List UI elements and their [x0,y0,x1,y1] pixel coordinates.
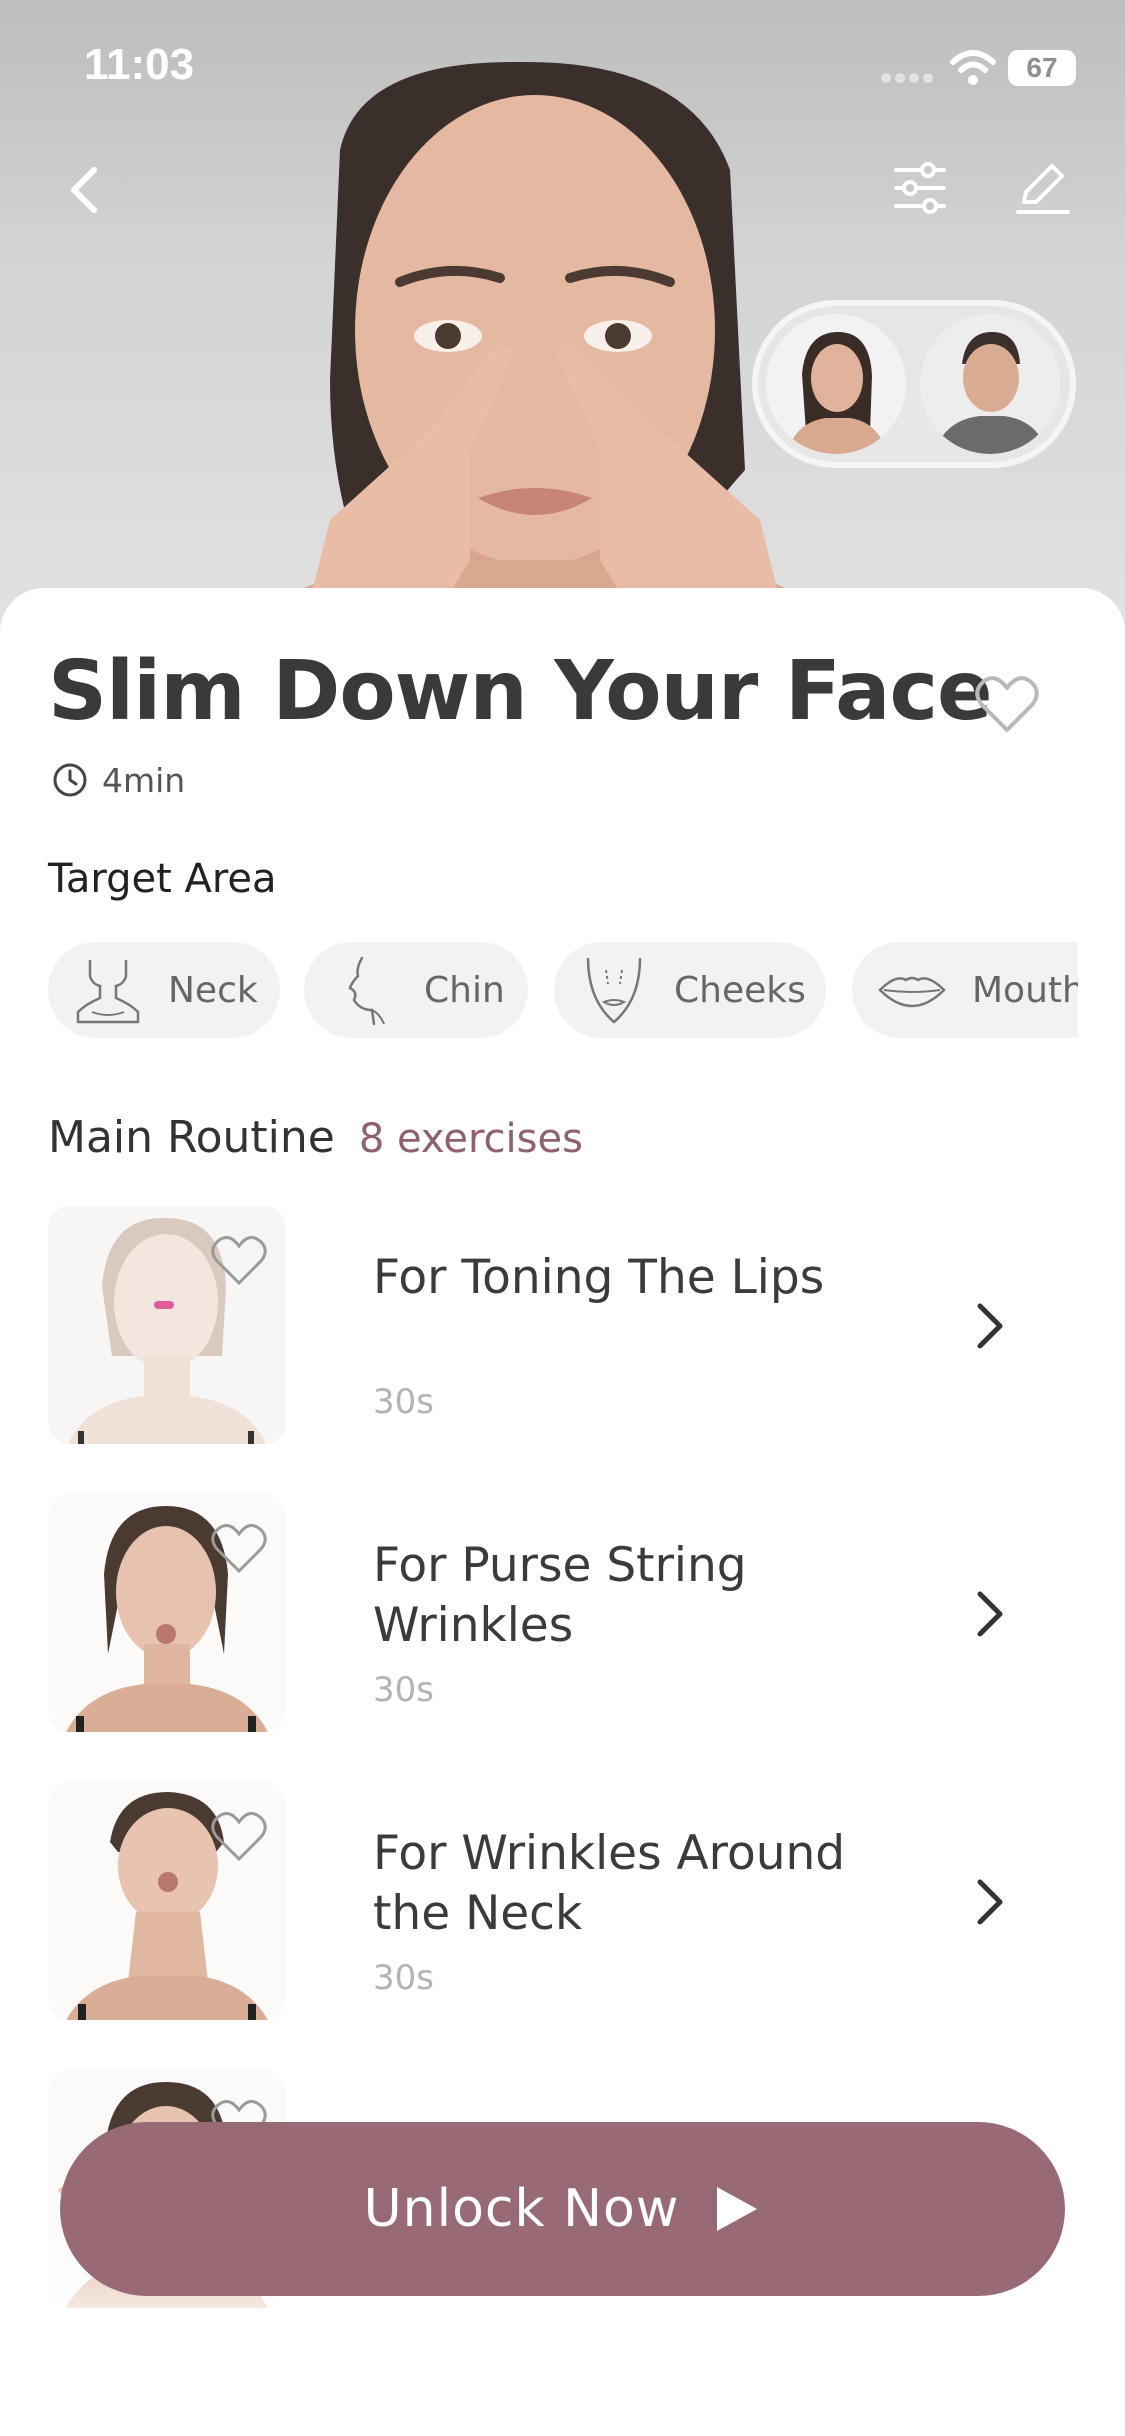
chevron-right-icon[interactable] [970,1298,1010,1354]
unlock-now-button[interactable]: Unlock Now [60,2122,1065,2296]
exercise-heart-icon[interactable] [210,1522,268,1574]
chin-icon [348,956,385,1026]
battery-indicator: 67 [1008,50,1076,86]
chip-mouth[interactable]: Mouth [852,942,1078,1038]
exercise-row[interactable]: For Wrinkles Around the Neck 30s [48,1782,1048,2022]
neck-icon [76,960,140,1024]
favorite-heart-icon[interactable] [974,674,1040,734]
chip-label: Chin [424,969,505,1011]
target-area-label: Target Area [48,856,277,902]
chevron-right-icon[interactable] [970,1586,1010,1642]
pencil-icon[interactable] [1012,158,1072,218]
play-icon [717,2187,758,2231]
chip-chin[interactable]: Chin [304,942,528,1038]
exercise-count: 8 exercises [358,1116,583,1162]
chevron-right-icon[interactable] [970,1874,1010,1930]
exercise-title: For Purse String Wrinkles [373,1538,747,1653]
female-model-avatar[interactable] [766,314,906,454]
chip-label: Cheeks [674,969,806,1011]
chip-label: Mouth [972,969,1078,1011]
exercise-heart-icon[interactable] [210,1234,268,1286]
workout-duration: 4min [52,760,185,800]
exercise-heart-icon[interactable] [210,1810,268,1862]
mouth-icon [878,976,946,1008]
main-routine-title: Main Routine [48,1112,335,1163]
unlock-now-label: Unlock Now [363,2179,680,2239]
cheeks-icon [586,957,642,1024]
chip-cheeks[interactable]: Cheeks [554,942,826,1038]
exercise-title: For Toning The Lips [373,1250,825,1305]
wifi-icon [950,50,996,85]
status-time: 11:03 [84,40,195,89]
exercise-duration: 30s [373,1382,434,1422]
exercise-duration: 30s [373,1670,434,1710]
clock-icon [53,763,87,797]
hero-image: 11:03 67 [0,0,1125,640]
status-bar: 11:03 67 [0,0,1125,140]
back-button[interactable] [56,160,116,220]
exercise-row[interactable]: For Toning The Lips 30s [48,1206,1048,1446]
exercise-duration: 30s [373,1958,434,1998]
sliders-icon[interactable] [890,158,950,218]
main-routine-header: Main Routine 8 exercises [48,1112,583,1172]
cellular-signal-icon [881,73,933,83]
target-area-chips: Neck Chin Cheeks Mouth [48,942,1078,1042]
male-model-avatar[interactable] [920,314,1060,454]
duration-text: 4min [102,760,186,800]
chip-neck[interactable]: Neck [48,942,280,1038]
workout-title: Slim Down Your Face [48,644,993,739]
chip-label: Neck [168,969,258,1011]
model-switcher[interactable] [752,300,1076,468]
exercise-row[interactable]: For Purse String Wrinkles 30s [48,1494,1048,1734]
exercise-title: For Wrinkles Around the Neck [373,1826,846,1941]
